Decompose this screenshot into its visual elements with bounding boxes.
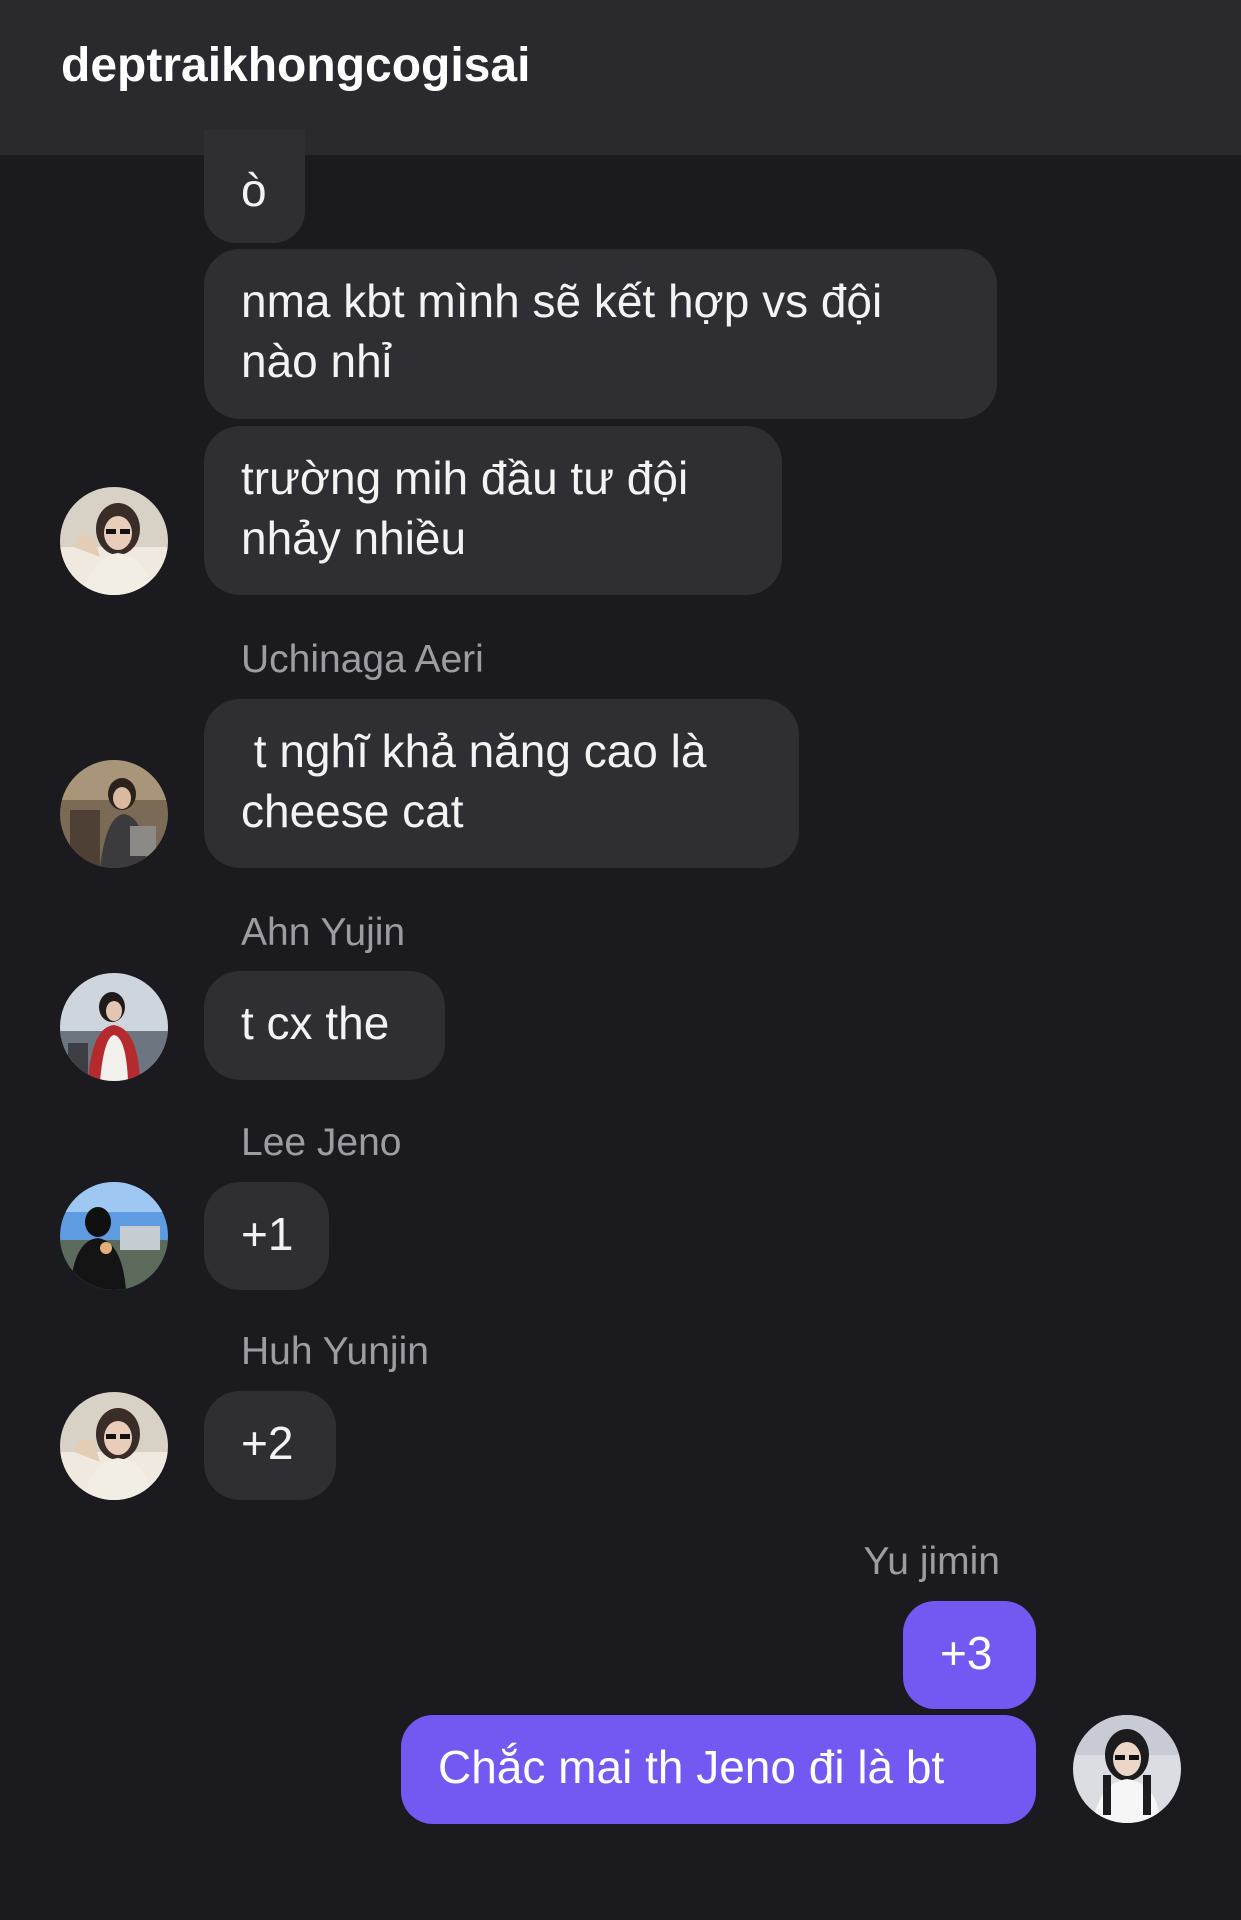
sender-name: Uchinaga Aeri	[241, 638, 484, 681]
avatar[interactable]	[60, 760, 168, 868]
avatar[interactable]	[60, 1392, 168, 1500]
message-text: trường mih đầu tư đội nhảy nhiều	[241, 452, 689, 564]
message-text: Chắc mai th Jeno đi là bt	[438, 1741, 945, 1793]
message-bubble[interactable]: +2	[204, 1391, 336, 1500]
chat-header: deptraikhongcogisai	[0, 0, 1241, 155]
message-bubble[interactable]: t cx the	[204, 971, 445, 1080]
avatar[interactable]	[60, 1182, 168, 1290]
message-bubble[interactable]: ò	[204, 130, 305, 243]
sender-name: Huh Yunjin	[241, 1330, 429, 1373]
message-text: t cx the	[241, 997, 390, 1049]
message-bubble[interactable]: +1	[204, 1182, 329, 1290]
message-bubble[interactable]: t nghĩ khả năng cao là cheese cat	[204, 699, 799, 868]
message-bubble[interactable]: nma kbt mình sẽ kết hợp vs đội nào nhỉ	[204, 249, 997, 419]
avatar-self[interactable]	[1073, 1715, 1181, 1823]
sender-name: Lee Jeno	[241, 1121, 402, 1164]
avatar[interactable]	[60, 487, 168, 595]
sender-name: Ahn Yujin	[241, 911, 406, 954]
message-text: ò	[241, 164, 267, 216]
message-bubble[interactable]: trường mih đầu tư đội nhảy nhiều	[204, 426, 782, 595]
chat-title[interactable]: deptraikhongcogisai	[61, 36, 530, 96]
sender-name: Yu jimin	[863, 1540, 1000, 1583]
avatar[interactable]	[60, 973, 168, 1081]
message-text: +2	[241, 1417, 294, 1469]
message-text: nma kbt mình sẽ kết hợp vs đội nào nhỉ	[241, 275, 883, 387]
message-bubble-outgoing[interactable]: +3	[903, 1601, 1036, 1709]
message-text: +1	[241, 1208, 294, 1260]
message-text: +3	[940, 1627, 993, 1679]
message-text: t nghĩ khả năng cao là cheese cat	[241, 725, 720, 837]
message-bubble-outgoing[interactable]: Chắc mai th Jeno đi là bt	[401, 1715, 1036, 1824]
